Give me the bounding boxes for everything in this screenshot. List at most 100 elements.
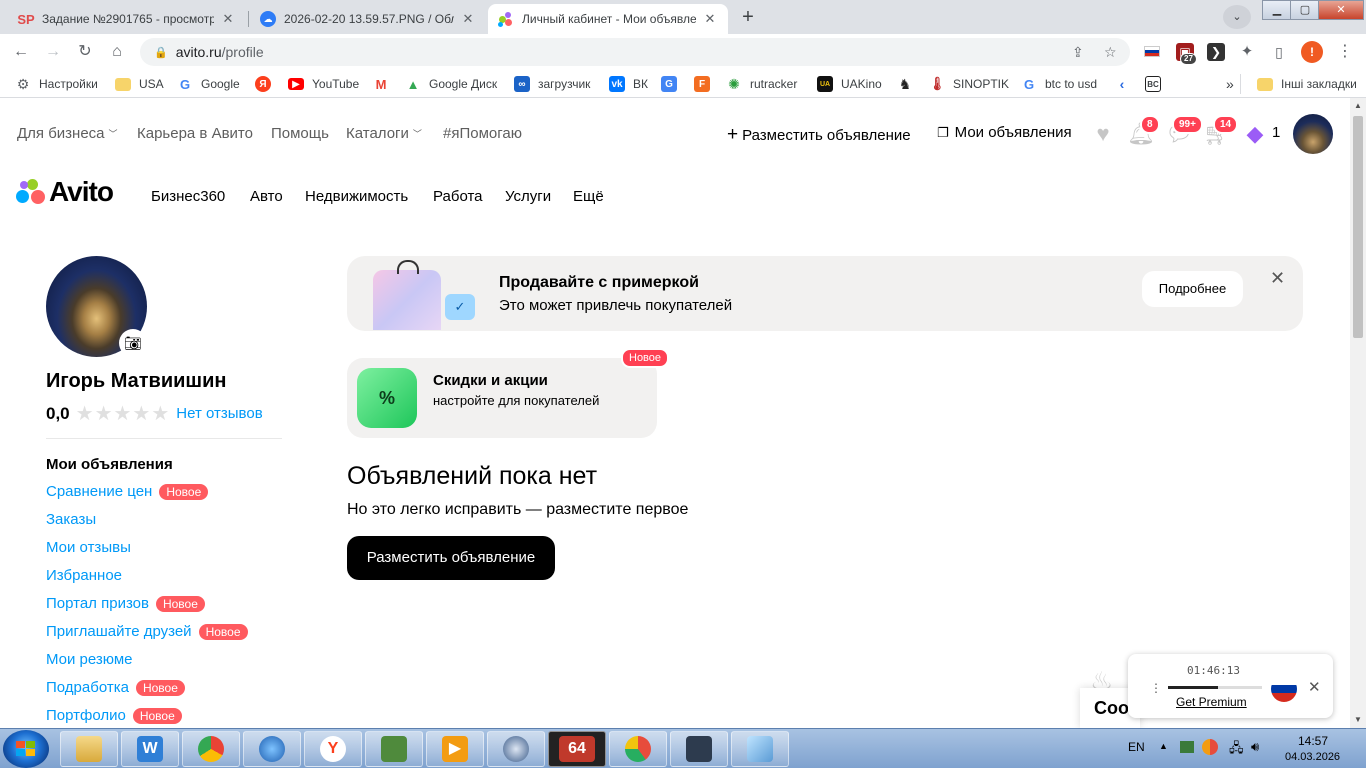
taskbar-monitor[interactable] bbox=[670, 731, 728, 767]
russian-flag-icon[interactable] bbox=[1271, 676, 1297, 702]
page-scrollbar[interactable]: ▲ ▼ bbox=[1350, 98, 1366, 728]
volume-icon[interactable]: 🔊︎ bbox=[1251, 739, 1259, 755]
category-auto[interactable]: Авто bbox=[250, 188, 283, 205]
camera-icon[interactable]: 📷︎ bbox=[119, 329, 147, 357]
taskbar-chart[interactable] bbox=[609, 731, 667, 767]
close-icon[interactable]: ✕ bbox=[460, 11, 476, 27]
sidebar-title[interactable]: Мои объявления bbox=[46, 456, 173, 473]
bookmark-item[interactable]: M bbox=[373, 75, 397, 93]
other-bookmarks[interactable]: Інші закладки bbox=[1257, 75, 1357, 93]
tab-search-chevron-icon[interactable]: ⌄ bbox=[1223, 5, 1251, 29]
taskbar-aida[interactable]: 64 bbox=[548, 731, 606, 767]
reviews-link[interactable]: Нет отзывов bbox=[176, 405, 262, 422]
address-bar[interactable]: 🔒 avito.ru/profile bbox=[140, 38, 1130, 66]
taskbar-explorer[interactable] bbox=[60, 731, 118, 767]
bookmark-item[interactable]: ‹ bbox=[1114, 75, 1138, 93]
sidebar-item-orders[interactable]: Заказы bbox=[46, 511, 96, 528]
get-premium-link[interactable]: Get Premium bbox=[1176, 695, 1247, 709]
sidebar-item-favorites[interactable]: Избранное bbox=[46, 567, 122, 584]
top-link-business[interactable]: Для бизнеса ﹀ bbox=[17, 125, 118, 142]
taskbar-globe[interactable] bbox=[243, 731, 301, 767]
my-ads-link[interactable]: ❐ Мои объявления bbox=[937, 124, 1072, 141]
top-link-help[interactable]: Помощь bbox=[271, 125, 329, 142]
close-icon[interactable]: ✕ bbox=[702, 11, 718, 27]
sidebar-item-resumes[interactable]: Мои резюме bbox=[46, 651, 133, 668]
sidebar-item-reviews[interactable]: Мои отзывы bbox=[46, 539, 131, 556]
bookmark-item[interactable]: ⚙ Настройки bbox=[15, 75, 98, 93]
reload-icon[interactable]: ↻ bbox=[74, 41, 96, 63]
close-icon[interactable]: ✕ bbox=[1270, 268, 1285, 289]
network-icon[interactable]: 🖧︎ bbox=[1229, 739, 1244, 761]
bookmark-star-icon[interactable]: ☆ bbox=[1104, 44, 1117, 61]
puzzle-icon[interactable]: ✦ bbox=[1238, 43, 1256, 61]
bookmark-item[interactable]: ▶ YouTube bbox=[288, 75, 359, 93]
category-business360[interactable]: Бизнес360 bbox=[151, 188, 225, 205]
close-icon[interactable]: ✕ bbox=[220, 11, 236, 27]
bookmark-item[interactable]: 🌡 SINOPTIK bbox=[929, 75, 1009, 93]
avatar[interactable] bbox=[1293, 114, 1333, 154]
sidebar-item-prizes[interactable]: Портал призов Новое bbox=[46, 595, 205, 612]
language-indicator[interactable]: EN bbox=[1128, 740, 1145, 754]
details-button[interactable]: Подробнее bbox=[1142, 271, 1243, 307]
tab-task[interactable]: SP Задание №2901765 - просмотр ✕ bbox=[8, 4, 246, 34]
bookmark-item[interactable]: USA bbox=[115, 75, 164, 93]
bookmark-item[interactable]: ♞ bbox=[897, 75, 921, 93]
category-services[interactable]: Услуги bbox=[505, 188, 551, 205]
scrollbar-thumb[interactable] bbox=[1353, 116, 1363, 338]
back-icon[interactable]: ← bbox=[10, 41, 32, 63]
scroll-down-icon[interactable]: ▼ bbox=[1350, 712, 1366, 728]
category-more[interactable]: Ещё bbox=[573, 188, 604, 205]
bookmark-item[interactable]: UA UAKino bbox=[817, 75, 882, 93]
arrow-extension-icon[interactable]: ❯ bbox=[1207, 43, 1225, 61]
side-panel-icon[interactable]: ▯ bbox=[1270, 43, 1288, 61]
tray-expand-icon[interactable]: ▲ bbox=[1159, 741, 1168, 751]
forward-icon[interactable]: → bbox=[42, 41, 64, 63]
share-icon[interactable]: ⇪ bbox=[1072, 44, 1084, 61]
taskbar-clock[interactable] bbox=[487, 731, 545, 767]
discounts-card[interactable]: Новое % Скидки и акции настройте для пок… bbox=[347, 348, 670, 438]
bookmark-item[interactable]: ∞ загрузчик bbox=[514, 75, 590, 93]
bookmark-item[interactable]: BC bbox=[1145, 75, 1169, 93]
bookmark-item[interactable]: ✺ rutracker bbox=[726, 75, 797, 93]
bookmark-item[interactable]: G Google bbox=[177, 75, 240, 93]
minimize-icon[interactable]: ▁ bbox=[1262, 0, 1292, 20]
bookmark-item[interactable]: vk ВК bbox=[609, 75, 648, 93]
tab-avito[interactable]: Личный кабинет - Мои объявле ✕ bbox=[488, 4, 728, 34]
maximize-icon[interactable]: ▢ bbox=[1290, 0, 1320, 20]
bookmark-item[interactable]: Я bbox=[255, 75, 279, 93]
new-tab-button[interactable]: + bbox=[734, 5, 762, 29]
clock-time[interactable]: 14:57 bbox=[1298, 734, 1328, 748]
taskbar-notes[interactable] bbox=[731, 731, 789, 767]
tray-app-icon[interactable] bbox=[1180, 741, 1194, 753]
close-window-icon[interactable]: ✕ bbox=[1318, 0, 1364, 20]
close-icon[interactable]: ✕ bbox=[1308, 678, 1321, 696]
bookmark-item[interactable]: F bbox=[694, 75, 718, 93]
scroll-up-icon[interactable]: ▲ bbox=[1350, 98, 1366, 114]
bookmark-item[interactable]: Gbtc to usd bbox=[1021, 75, 1097, 93]
avito-logo[interactable]: Avito bbox=[16, 176, 114, 208]
sidebar-item-price-comparison[interactable]: Сравнение цен Новое bbox=[46, 483, 209, 500]
sidebar-item-invite[interactable]: Приглашайте друзей Новое bbox=[46, 623, 248, 640]
tray-color-icon[interactable] bbox=[1202, 739, 1218, 755]
clock-date[interactable]: 04.03.2026 bbox=[1285, 751, 1340, 763]
bookmarks-more-icon[interactable]: » bbox=[1226, 75, 1234, 93]
top-link-career[interactable]: Карьера в Авито bbox=[137, 125, 253, 142]
taskbar-chrome[interactable] bbox=[182, 731, 240, 767]
ticket-icon[interactable]: ◆ bbox=[1241, 120, 1269, 148]
menu-kebab-icon[interactable]: ⋮ bbox=[1336, 43, 1354, 61]
sidebar-item-side-jobs[interactable]: Подработка Новое bbox=[46, 679, 185, 696]
heart-icon[interactable]: ♥ bbox=[1089, 120, 1117, 148]
start-button[interactable] bbox=[3, 730, 49, 768]
category-realty[interactable]: Недвижимость bbox=[305, 188, 408, 205]
menu-kebab-icon[interactable]: ⋮ bbox=[1150, 681, 1162, 695]
bookmark-item[interactable]: G bbox=[661, 75, 685, 93]
top-link-ipomogayu[interactable]: #яПомогаю bbox=[443, 125, 522, 142]
bookmark-item[interactable]: ▲ Google Диск bbox=[405, 75, 498, 93]
sidebar-item-portfolio[interactable]: Портфолио Новое bbox=[46, 707, 182, 724]
profile-avatar-icon[interactable]: ! bbox=[1301, 41, 1323, 63]
taskbar-cash[interactable] bbox=[365, 731, 423, 767]
taskbar-yandex[interactable]: Y bbox=[304, 731, 362, 767]
home-icon[interactable]: ⌂ bbox=[106, 41, 128, 63]
tab-cloud[interactable]: ☁ 2026-02-20 13.59.57.PNG / Обла ✕ bbox=[250, 4, 486, 34]
russian-flag-icon[interactable] bbox=[1143, 43, 1161, 61]
